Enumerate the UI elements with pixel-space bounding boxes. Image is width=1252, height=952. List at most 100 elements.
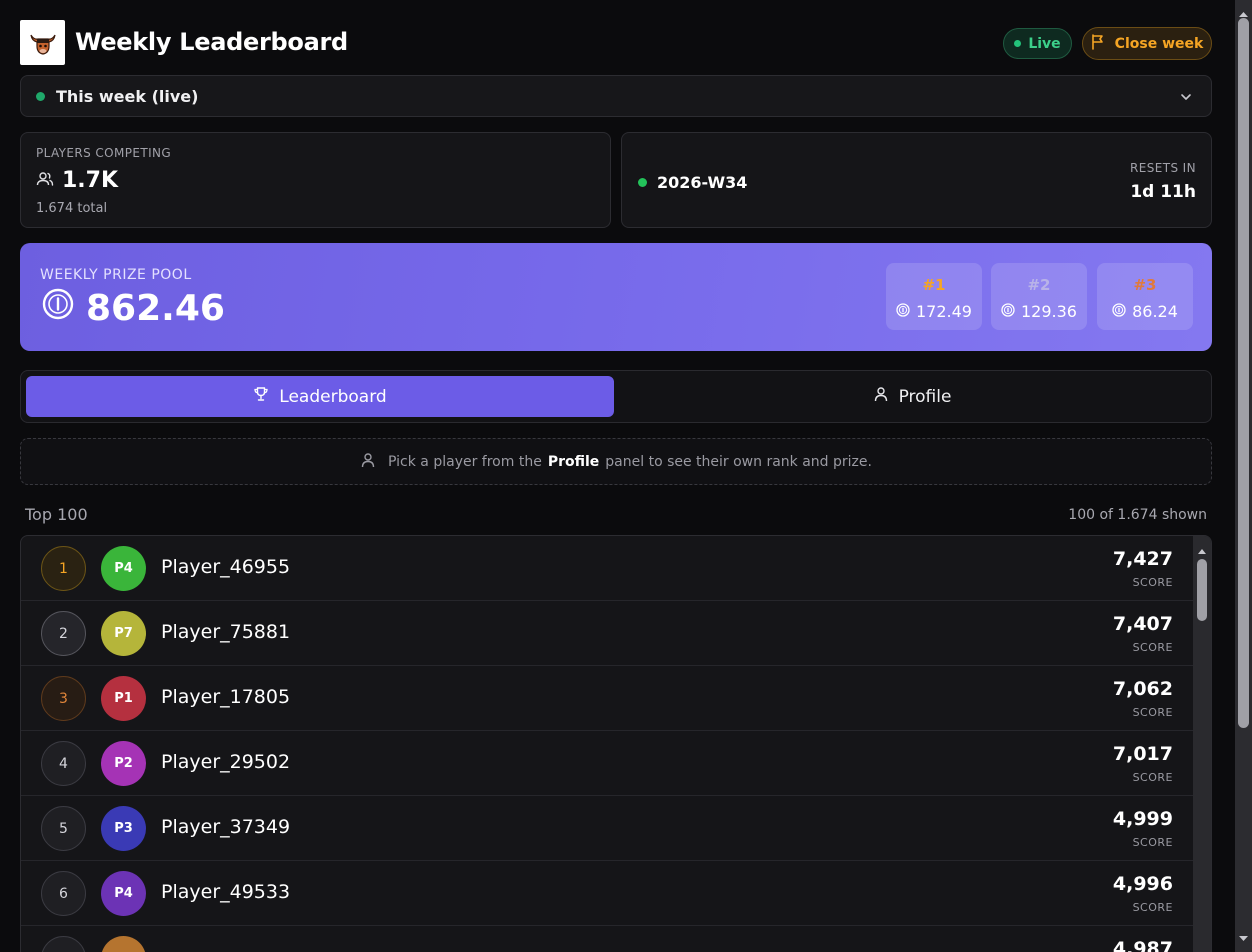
week-selector-value: This week (live) — [56, 86, 199, 106]
list-item[interactable]: 3 P1 Player_17805 7,062 SCORE — [21, 666, 1193, 731]
score-label: SCORE — [1132, 641, 1173, 654]
header: Weekly Leaderboard Live Close week — [20, 20, 1212, 66]
prize-pool-value-group: 862.46 — [42, 288, 225, 329]
page-scrollbar-thumb[interactable] — [1238, 18, 1249, 728]
avatar — [101, 936, 146, 952]
tab-leaderboard[interactable]: Leaderboard — [26, 376, 614, 417]
hint-suffix: panel to see their own rank and prize. — [605, 453, 872, 470]
avatar: P4 — [101, 546, 146, 591]
rank-badge: 7 — [41, 936, 86, 952]
week-live-dot — [638, 178, 647, 187]
prize-place-3: #3 86.24 — [1097, 263, 1193, 330]
rank-badge: 4 — [41, 741, 86, 786]
prize-place-1-amount-group: 172.49 — [886, 302, 982, 321]
prize-pool-value: 862.46 — [86, 288, 225, 329]
week-selector[interactable]: This week (live) — [20, 75, 1212, 117]
score-label: SCORE — [1132, 901, 1173, 914]
bull-logo-icon — [20, 20, 65, 65]
week-code-group: 2026-W34 — [638, 173, 747, 192]
prize-pool-label: WEEKLY PRIZE POOL — [40, 267, 192, 283]
list-item[interactable]: 6 P4 Player_49533 4,996 SCORE — [21, 861, 1193, 926]
list-scrollbar[interactable] — [1193, 536, 1211, 952]
list-count: 100 of 1.674 shown — [1068, 507, 1207, 523]
scroll-down-arrow-icon[interactable] — [1238, 929, 1249, 948]
hint-prefix: Pick a player from the — [388, 453, 542, 470]
player-score: 7,427 — [1112, 548, 1173, 570]
prize-place-3-amount-group: 86.24 — [1097, 302, 1193, 321]
prize-place-2-amount: 129.36 — [1021, 302, 1077, 321]
page: Weekly Leaderboard Live Close week This … — [20, 0, 1212, 952]
player-score: 4,987 — [1112, 938, 1173, 952]
avatar: P3 — [101, 806, 146, 851]
close-week-label: Close week — [1114, 35, 1204, 52]
score-label: SCORE — [1132, 576, 1173, 589]
coin-icon — [1112, 302, 1126, 321]
player-name: Player_75881 — [161, 621, 291, 643]
rank-badge: 2 — [41, 611, 86, 656]
player-name: Player_49533 — [161, 881, 291, 903]
avatar: P7 — [101, 611, 146, 656]
week-status-dot — [36, 91, 45, 101]
players-card: PLAYERS COMPETING 1.7K 1.674 total — [20, 132, 611, 228]
live-label: Live — [1028, 35, 1061, 52]
players-total: 1.674 total — [36, 201, 108, 216]
list-item[interactable]: 2 P7 Player_75881 7,407 SCORE — [21, 601, 1193, 666]
prize-place-2-amount-group: 129.36 — [991, 302, 1087, 321]
user-icon — [360, 452, 376, 472]
prize-place-2: #2 129.36 — [991, 263, 1087, 330]
player-name: Player_17805 — [161, 686, 291, 708]
list-item[interactable]: 5 P3 Player_37349 4,999 SCORE — [21, 796, 1193, 861]
week-code: 2026-W34 — [657, 173, 748, 192]
chevron-down-icon — [1179, 89, 1193, 108]
prize-place-1: #1 172.49 — [886, 263, 982, 330]
list-item[interactable]: 1 P4 Player_46955 7,427 SCORE — [21, 536, 1193, 601]
players-value-group: 1.7K — [36, 168, 118, 193]
rank-badge: 5 — [41, 806, 86, 851]
player-score: 4,996 — [1112, 873, 1173, 895]
scroll-up-arrow-icon[interactable] — [1197, 541, 1207, 560]
prize-pool-banner: WEEKLY PRIZE POOL 862.46 #1 172.49 #2 12… — [20, 243, 1212, 351]
avatar: P2 — [101, 741, 146, 786]
prize-place-3-rank: #3 — [1133, 276, 1157, 294]
list-scrollbar-thumb[interactable] — [1197, 559, 1207, 621]
list-item[interactable]: 4 P2 Player_29502 7,017 SCORE — [21, 731, 1193, 796]
flag-icon — [1091, 33, 1105, 54]
close-week-button[interactable]: Close week — [1082, 27, 1212, 60]
rank-badge: 1 — [41, 546, 86, 591]
prize-place-3-amount: 86.24 — [1132, 302, 1178, 321]
trophy-icon — [253, 386, 269, 407]
resets-value: 1d 11h — [1130, 182, 1196, 202]
prize-place-1-amount: 172.49 — [916, 302, 972, 321]
player-score: 7,017 — [1112, 743, 1173, 765]
page-scrollbar[interactable] — [1235, 0, 1252, 952]
list-item[interactable]: 74,987SCORE — [21, 926, 1193, 952]
tab-leaderboard-label: Leaderboard — [279, 386, 387, 407]
coin-icon — [42, 288, 74, 329]
page-title: Weekly Leaderboard — [75, 28, 348, 56]
coin-icon — [896, 302, 910, 321]
leaderboard-list: 1 P4 Player_46955 7,427 SCORE 2 P7 Player_75881… — [20, 535, 1212, 952]
avatar: P1 — [101, 676, 146, 721]
score-label: SCORE — [1132, 836, 1173, 849]
tab-profile-label: Profile — [898, 386, 952, 407]
live-dot — [1014, 40, 1022, 47]
resets-label: RESETS IN — [1130, 161, 1196, 175]
player-name: Player_37349 — [161, 816, 291, 838]
score-label: SCORE — [1132, 706, 1173, 719]
score-label: SCORE — [1132, 771, 1173, 784]
players-label: PLAYERS COMPETING — [36, 146, 172, 160]
coin-icon — [1001, 302, 1015, 321]
hint-emphasis: Profile — [547, 453, 600, 470]
rank-badge: 3 — [41, 676, 86, 721]
users-icon — [36, 168, 54, 193]
week-card: 2026-W34 RESETS IN 1d 11h — [621, 132, 1212, 228]
player-score: 7,062 — [1112, 678, 1173, 700]
tab-profile[interactable]: Profile — [618, 376, 1206, 417]
live-badge: Live — [1003, 28, 1072, 59]
players-value: 1.7K — [62, 168, 119, 193]
profile-hint: Pick a player from the Profile panel to … — [20, 438, 1212, 485]
list-title: Top 100 — [25, 505, 88, 524]
player-name: Player_46955 — [161, 556, 291, 578]
prize-place-2-rank: #2 — [1027, 276, 1051, 294]
player-name: Player_29502 — [161, 751, 291, 773]
